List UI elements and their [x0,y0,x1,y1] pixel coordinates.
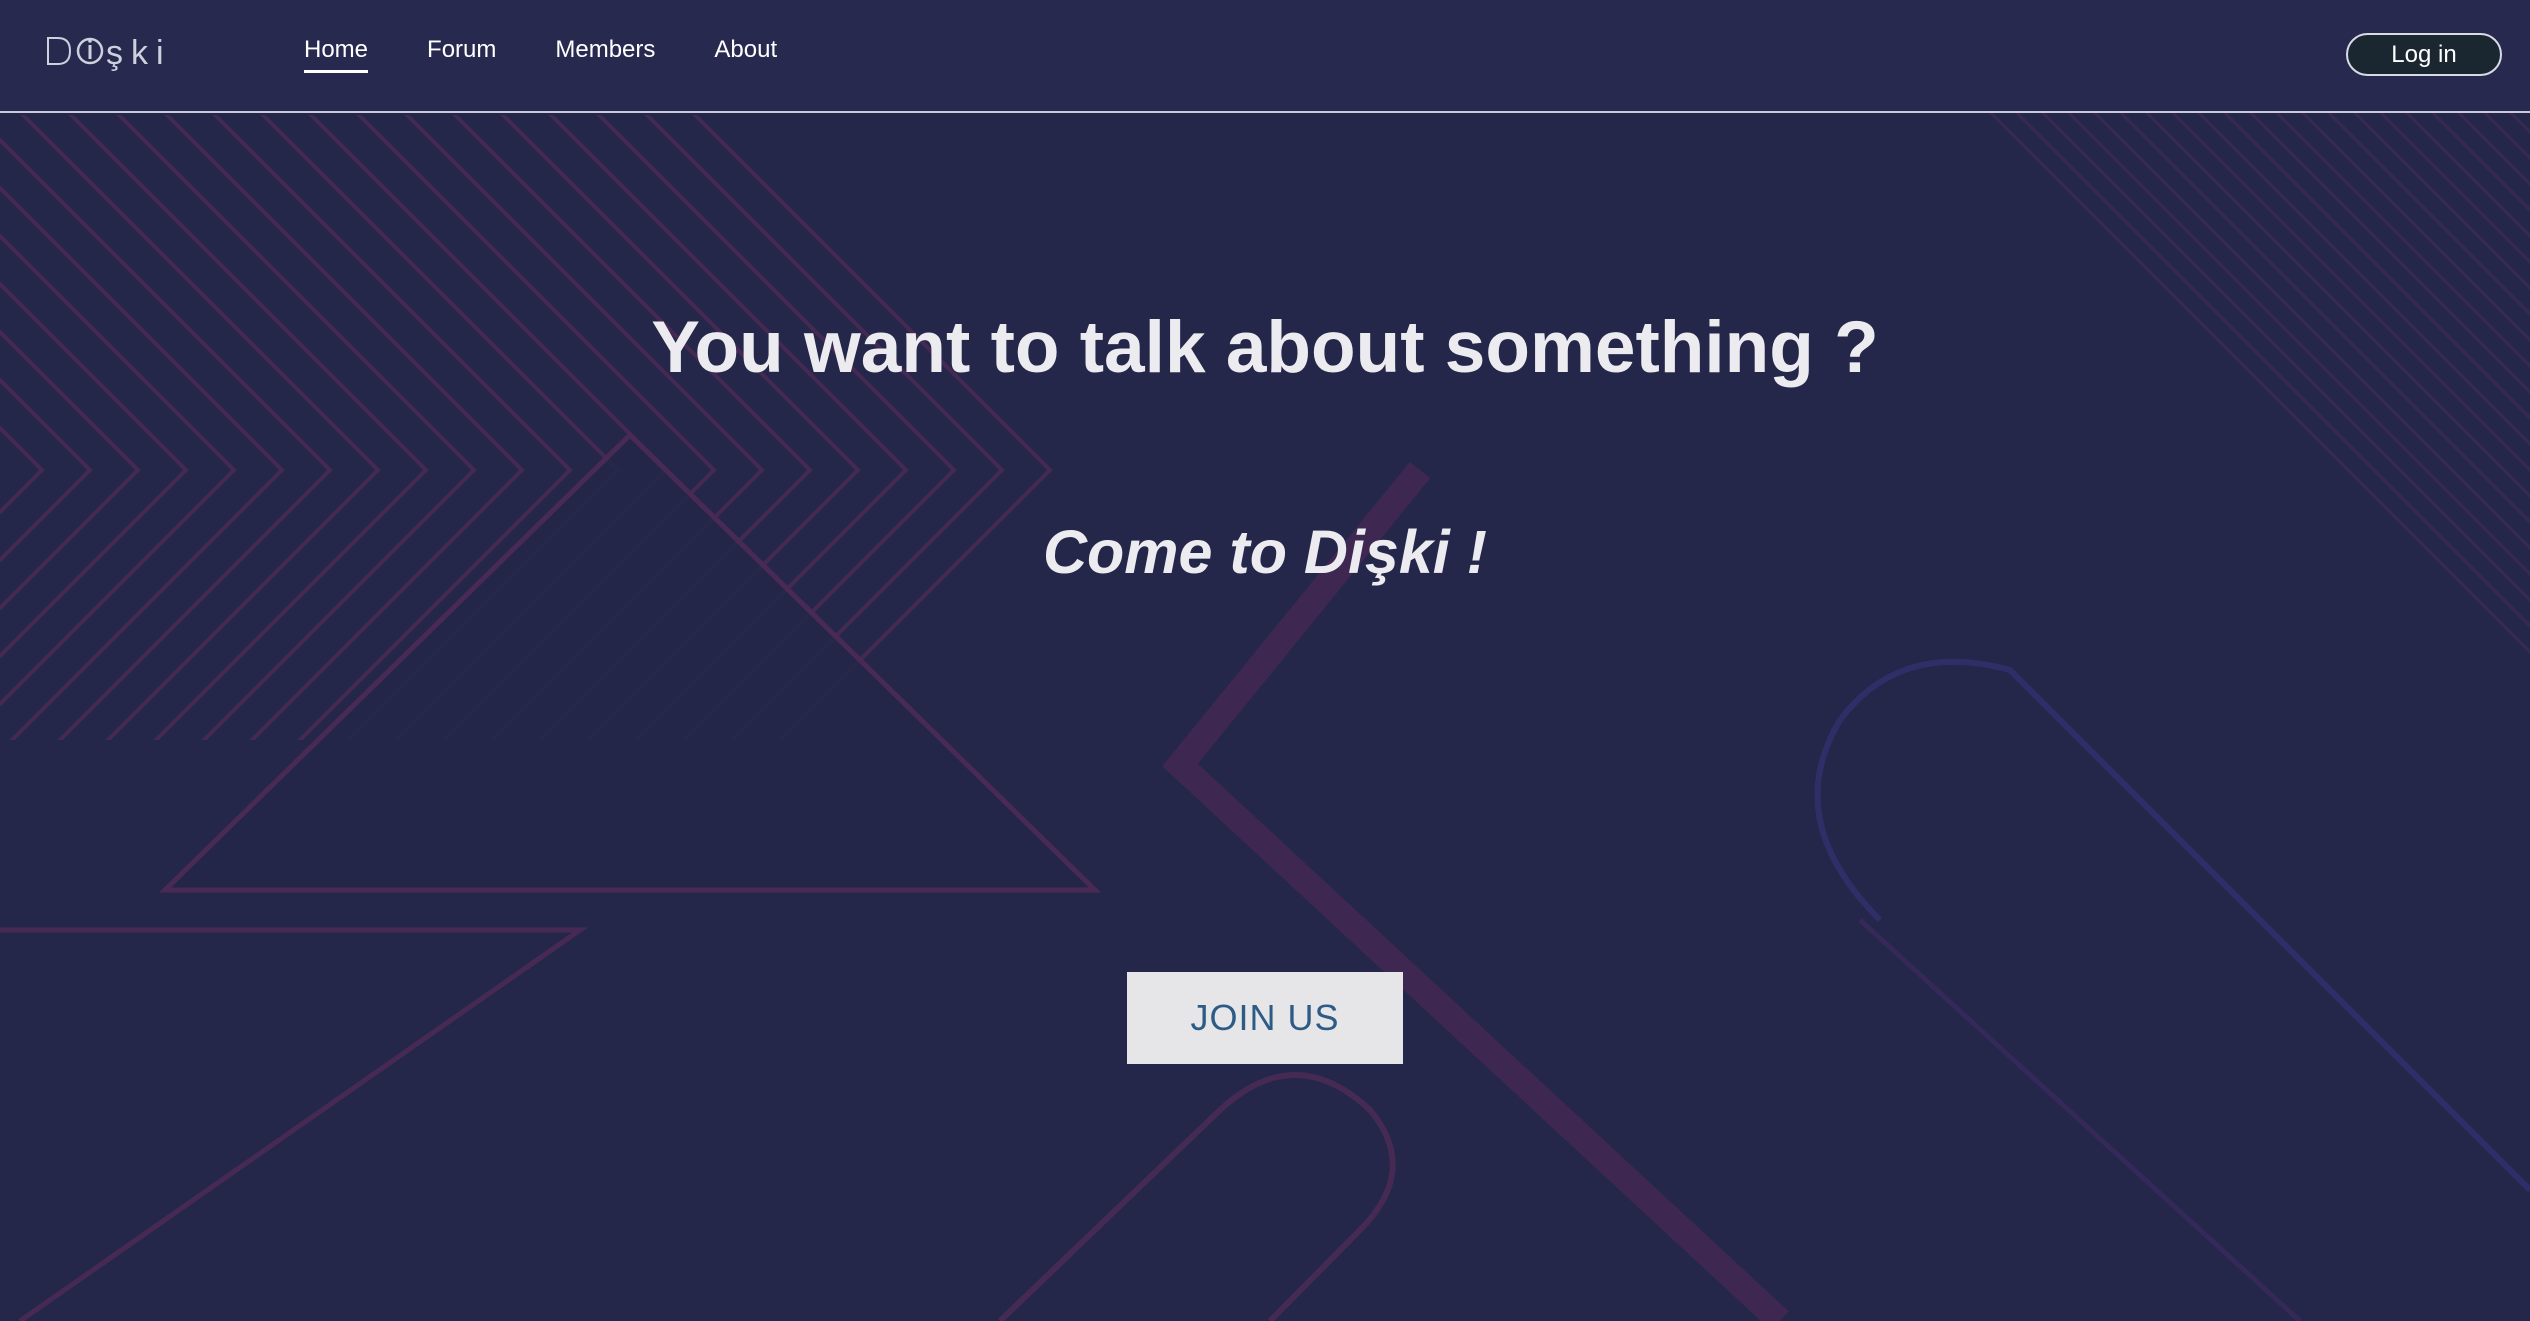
main-nav: Home Forum Members About [304,36,836,73]
background-stripe-line [1988,110,2530,655]
background-stripe-line [2378,110,2530,265]
background-chevron-line [0,115,141,740]
background-pattern [0,110,2530,1321]
logo-text: şki [106,34,172,72]
background-stripe-line [2326,110,2530,317]
background-chevron-line [0,115,93,740]
login-button[interactable]: Log in [2346,33,2502,76]
nav-link-home[interactable]: Home [304,36,369,73]
background-stripe-line [2274,110,2530,369]
top-navbar: şki Home Forum Members About Log in [0,0,2530,113]
background-chevron-line [0,115,45,740]
background-stripe-line [2092,110,2530,551]
hero-title: You want to talk about something ? [651,307,1879,388]
background-stripe-line [2040,110,2530,603]
background-chevron-line [0,115,189,740]
diski-logo[interactable]: şki [44,26,174,76]
background-stripe-line [2430,110,2530,213]
nav-link-forum[interactable]: Forum [427,36,496,73]
background-stripe-line [2118,110,2530,525]
nav-link-members[interactable]: Members [555,36,655,73]
hero-subtitle: Come to Dişki ! [1042,518,1487,586]
page: şki Home Forum Members About Log in You … [0,0,2530,1321]
join-us-button[interactable]: JOIN US [1127,972,1403,1064]
nav-link-about[interactable]: About [714,36,777,73]
